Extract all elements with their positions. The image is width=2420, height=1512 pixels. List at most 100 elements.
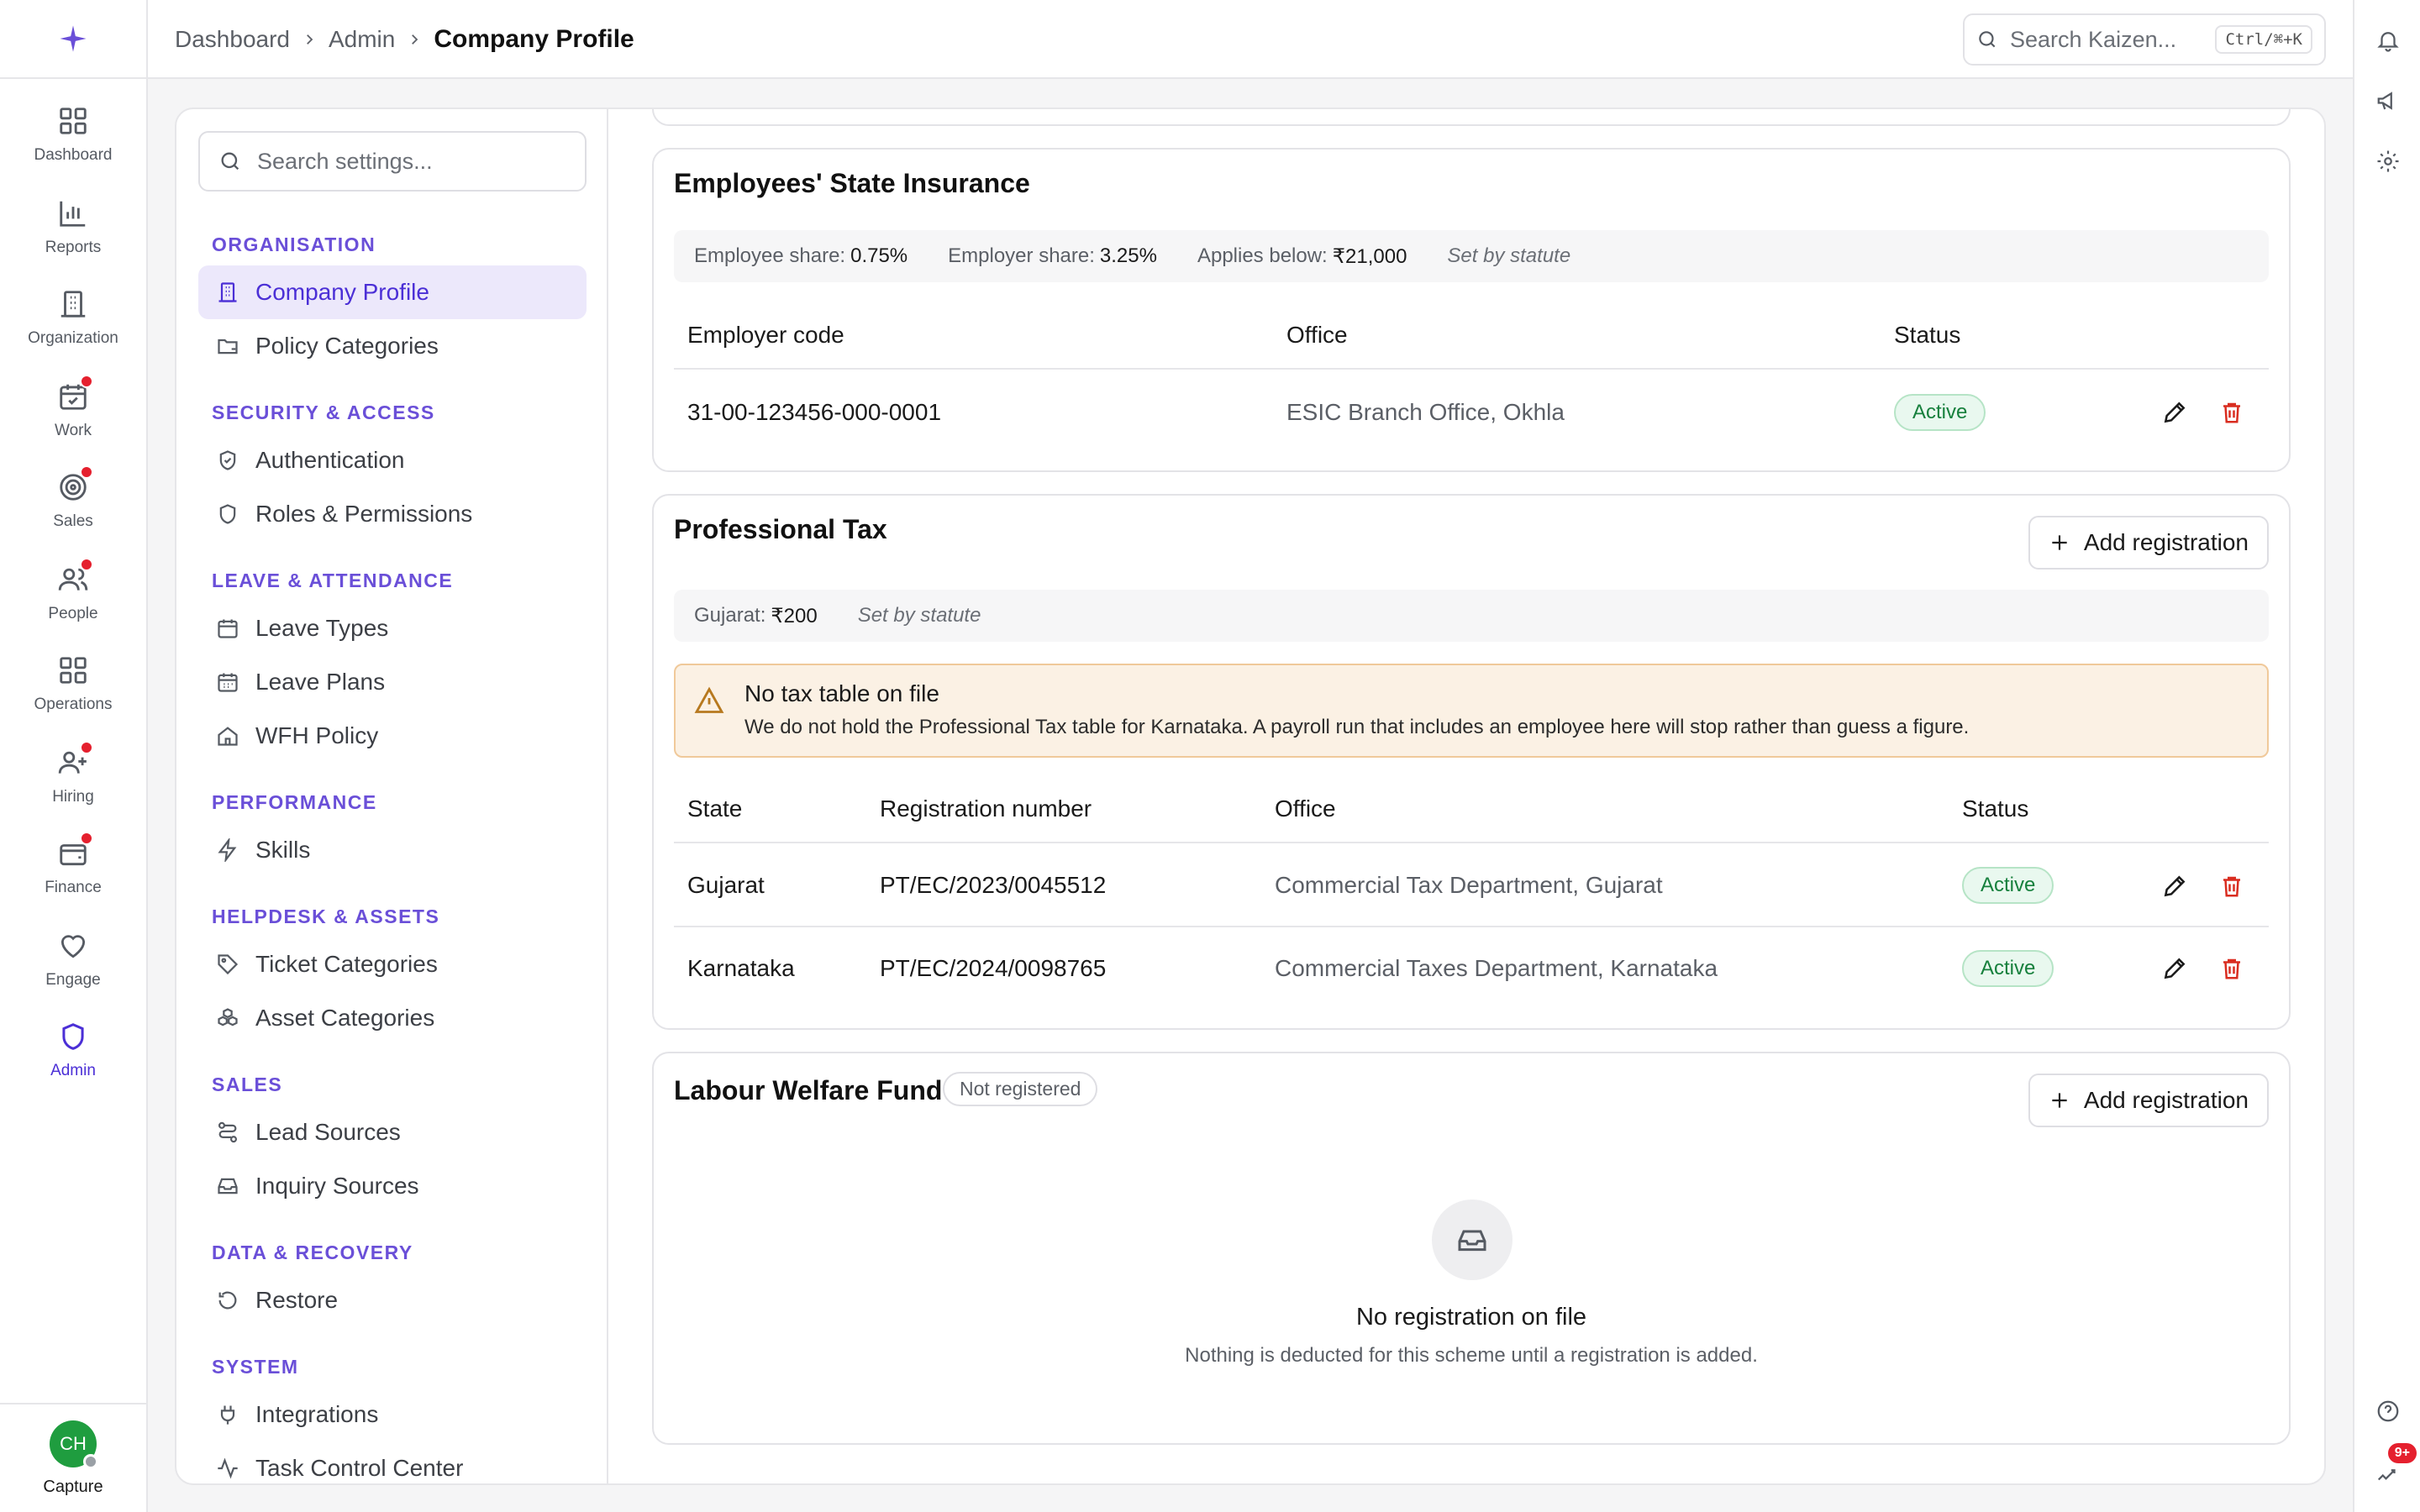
rail-label: People — [48, 605, 98, 622]
settings-item-task-control[interactable]: Task Control Center — [198, 1441, 587, 1483]
pencil-icon — [2164, 875, 2186, 897]
info-label: Applies below: — [1197, 244, 1328, 267]
state: Gujarat — [687, 872, 765, 898]
notification-dot — [80, 558, 93, 571]
settings-item-label: Skills — [255, 837, 311, 863]
pencil-icon — [2164, 958, 2186, 979]
user-plus-icon — [55, 741, 93, 781]
settings-item-company-profile[interactable]: Company Profile — [198, 265, 587, 319]
warning-banner: No tax table on file We do not hold the … — [674, 664, 2269, 758]
calendar-check-icon — [55, 375, 93, 415]
settings-search-input[interactable]: Search settings... — [198, 131, 587, 192]
info-value: 3.25% — [1099, 244, 1157, 267]
target-icon — [55, 465, 93, 506]
rail-item-hiring[interactable]: Hiring — [0, 741, 146, 828]
rail-label: Finance — [45, 879, 102, 896]
route-icon — [215, 1120, 240, 1145]
presence-dot — [83, 1453, 98, 1469]
bar-chart-icon — [55, 195, 92, 232]
office: ESIC Branch Office, Okhla — [1286, 399, 1565, 425]
plug-icon — [215, 1402, 240, 1427]
rail-item-people[interactable]: People — [0, 558, 146, 645]
gear-icon[interactable] — [2371, 144, 2405, 178]
rail-label: Reports — [45, 239, 102, 256]
settings-item-leave-types[interactable]: Leave Types — [198, 601, 587, 655]
chevron-right-icon — [407, 32, 422, 47]
settings-item-label: Company Profile — [255, 279, 429, 305]
rail-item-operations[interactable]: Operations — [0, 652, 146, 736]
tasks-icon[interactable]: 9+ — [2371, 1443, 2417, 1490]
settings-item-wfh[interactable]: WFH Policy — [198, 709, 587, 763]
inbox-icon — [1432, 1200, 1512, 1280]
calendar-days-icon — [215, 669, 240, 695]
rail-item-work[interactable]: Work — [0, 375, 146, 462]
settings-item-roles[interactable]: Roles & Permissions — [198, 487, 587, 541]
top-bar: Dashboard Admin Company Profile Search K… — [148, 0, 2353, 79]
professional-tax-card: Professional Tax Add registration Gujara… — [652, 494, 2291, 1030]
home-icon — [215, 723, 240, 748]
rail-item-dashboard[interactable]: Dashboard — [0, 102, 146, 186]
add-registration-button[interactable]: Add registration — [2028, 1074, 2269, 1127]
settings-item-label: Integrations — [255, 1401, 379, 1427]
settings-item-ticket-categories[interactable]: Ticket Categories — [198, 937, 587, 991]
warning-title: No tax table on file — [744, 680, 939, 706]
esi-rates-bar: Employee share: 0.75% Employer share: 3.… — [674, 230, 2269, 282]
restore-icon — [215, 1288, 240, 1313]
grid-icon — [55, 652, 92, 689]
settings-item-policy-categories[interactable]: Policy Categories — [198, 319, 587, 373]
settings-item-label: Lead Sources — [255, 1119, 401, 1145]
delete-button[interactable] — [2215, 952, 2249, 985]
notification-dot — [80, 832, 93, 845]
megaphone-icon[interactable] — [2371, 84, 2405, 118]
settings-item-asset-categories[interactable]: Asset Categories — [198, 991, 587, 1045]
settings-item-inquiry-sources[interactable]: Inquiry Sources — [198, 1159, 587, 1213]
column-header: Status — [1962, 795, 2029, 822]
settings-item-lead-sources[interactable]: Lead Sources — [198, 1105, 587, 1159]
settings-panel: Search settings... ORGANISATION Company … — [175, 108, 2326, 1485]
avatar-initials: CH — [60, 1432, 87, 1454]
group-label-leave: LEAVE & ATTENDANCE — [212, 570, 454, 591]
bell-icon[interactable] — [2371, 24, 2405, 57]
rail-label: Sales — [53, 512, 93, 530]
breadcrumb-admin[interactable]: Admin — [329, 26, 395, 53]
user-menu[interactable]: CH Capture — [0, 1403, 146, 1512]
rail-item-admin[interactable]: Admin — [0, 1018, 146, 1102]
breadcrumb-dashboard[interactable]: Dashboard — [175, 26, 290, 53]
settings-item-authentication[interactable]: Authentication — [198, 433, 587, 487]
settings-item-leave-plans[interactable]: Leave Plans — [198, 655, 587, 709]
brand-logo[interactable] — [0, 0, 146, 79]
delete-button[interactable] — [2215, 869, 2249, 903]
status-badge: Active — [1894, 394, 1986, 431]
edit-button[interactable] — [2158, 396, 2191, 429]
search-icon — [218, 150, 242, 173]
edit-button[interactable] — [2158, 952, 2191, 985]
previous-card — [652, 109, 2291, 126]
settings-item-restore[interactable]: Restore — [198, 1273, 587, 1327]
notification-dot — [80, 741, 93, 754]
sparkle-icon — [60, 25, 87, 52]
rail-item-engage[interactable]: Engage — [0, 927, 146, 1011]
pencil-icon — [2164, 402, 2186, 423]
settings-item-skills[interactable]: Skills — [198, 823, 587, 877]
heart-icon — [55, 927, 92, 964]
avatar[interactable]: CH — [50, 1420, 98, 1469]
help-icon[interactable] — [2371, 1394, 2405, 1428]
global-search[interactable]: Search Kaizen... Ctrl/⌘+K — [1963, 13, 2326, 66]
notification-dot — [80, 375, 93, 388]
info-value: ₹21,000 — [1332, 244, 1407, 268]
rail-item-sales[interactable]: Sales — [0, 465, 146, 553]
rail-label: Work — [55, 422, 92, 439]
settings-item-integrations[interactable]: Integrations — [198, 1388, 587, 1441]
rail-item-organization[interactable]: Organization — [0, 286, 146, 370]
trash-icon — [2223, 958, 2240, 979]
settings-item-label: Task Control Center — [255, 1455, 464, 1481]
edit-button[interactable] — [2158, 869, 2191, 903]
rail-item-finance[interactable]: Finance — [0, 832, 146, 919]
search-icon — [1976, 29, 1998, 50]
add-registration-button[interactable]: Add registration — [2028, 516, 2269, 570]
card-title: Employees' State Insurance — [674, 168, 1030, 198]
delete-button[interactable] — [2215, 396, 2249, 429]
rail-item-reports[interactable]: Reports — [0, 195, 146, 279]
info-label: Employer share: — [948, 244, 1095, 267]
group-label-organisation: ORGANISATION — [212, 234, 376, 255]
